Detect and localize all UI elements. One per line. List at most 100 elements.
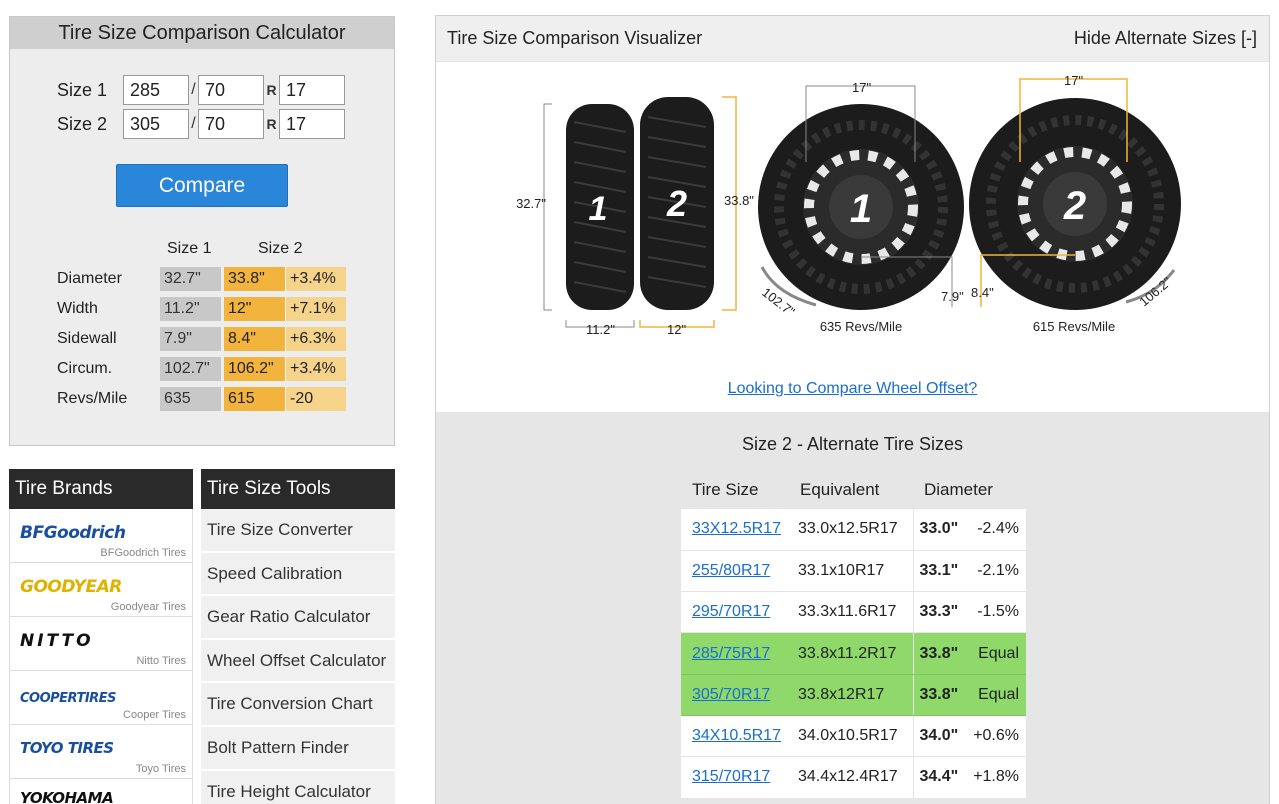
difference-cell: Equal — [965, 674, 1026, 716]
size2-aspect-input[interactable] — [198, 109, 264, 139]
result-metric: Circum. — [57, 360, 113, 377]
tire1-diameter-label: 32.7" — [516, 196, 546, 211]
visualizer-header: Tire Size Comparison Visualizer Hide Alt… — [436, 16, 1269, 62]
bfgoodrich-logo: BFGoodrich — [20, 523, 126, 543]
equivalent-cell: 33.3x11.6R17 — [789, 591, 913, 634]
tire2-side-profile: 2 — [640, 97, 714, 310]
size1-aspect-input[interactable] — [198, 75, 264, 105]
hide-alternate-sizes-toggle[interactable]: Hide Alternate Sizes [-] — [1074, 28, 1257, 49]
tire1-front-view: 1 — [758, 104, 964, 310]
wheel2-sidewall-label: 8.4" — [971, 285, 994, 300]
wheel2-number: 2 — [1063, 184, 1086, 228]
tire2-front-view: 2 — [969, 98, 1181, 310]
tool-tire-conversion-chart[interactable]: Tire Conversion Chart — [201, 683, 395, 727]
table-row-equal: 285/75R17 33.8x11.2R17 33.8" Equal — [681, 632, 1026, 675]
tire-size-tools-panel: Tire Size Tools Tire Size Converter Spee… — [201, 469, 395, 804]
compare-button[interactable]: Compare — [116, 164, 288, 207]
brand-goodyear[interactable]: GOODYEAR Goodyear Tires — [9, 563, 193, 617]
result-row-sidewall: Sidewall 7.9" 8.4" +6.3% — [57, 327, 346, 351]
yokohama-logo: YOKOHAMA — [20, 789, 114, 804]
tire-size-link[interactable]: 255/80R17 — [692, 562, 770, 579]
tire2-width-label: 12" — [667, 322, 686, 337]
size2-r-label: R — [266, 116, 277, 132]
tool-wheel-offset-calculator[interactable]: Wheel Offset Calculator — [201, 639, 395, 684]
table-row: 34X10.5R17 34.0x10.5R17 34.0" +0.6% — [681, 715, 1026, 758]
visualizer-panel: Tire Size Comparison Visualizer Hide Alt… — [435, 15, 1270, 804]
tire-size-link[interactable]: 295/70R17 — [692, 603, 770, 620]
diameter-cell: 34.4" — [912, 756, 965, 799]
brand-nitto[interactable]: NITTO Nitto Tires — [9, 617, 193, 671]
result-metric: Revs/Mile — [57, 390, 128, 407]
result-size1-value: 635 — [160, 387, 221, 411]
tire-size-tools-title: Tire Size Tools — [201, 469, 395, 509]
size1-rim-input[interactable] — [279, 75, 345, 105]
size1-separator: / — [191, 81, 196, 98]
visualizer-title: Tire Size Comparison Visualizer — [447, 28, 703, 48]
equivalent-cell: 33.1x10R17 — [789, 550, 913, 593]
table-row-equal: 305/70R17 33.8x12R17 33.8" Equal — [681, 674, 1026, 716]
brand-toyo[interactable]: TOYO TIRES Toyo Tires — [9, 725, 193, 779]
result-metric: Diameter — [57, 270, 122, 287]
difference-cell: +0.6% — [965, 715, 1026, 758]
table-row: 315/70R17 34.4x12.4R17 34.4" +1.8% — [681, 756, 1026, 799]
equivalent-cell: 34.0x10.5R17 — [789, 715, 913, 758]
diameter-cell: 33.8" — [912, 674, 965, 716]
size2-row: Size 2 / R — [57, 109, 345, 139]
difference-cell: +1.8% — [965, 756, 1026, 799]
wheel1-rim-label: 17" — [852, 80, 871, 95]
tool-tire-height-calculator[interactable]: Tire Height Calculator — [201, 770, 395, 804]
tire-size-link[interactable]: 315/70R17 — [692, 768, 770, 785]
wheel2-revs-label: 615 Revs/Mile — [1033, 319, 1115, 334]
result-size2-value: 106.2" — [224, 357, 285, 381]
result-row-width: Width 11.2" 12" +7.1% — [57, 297, 346, 321]
tool-gear-ratio-calculator[interactable]: Gear Ratio Calculator — [201, 596, 395, 640]
tool-tire-size-converter[interactable]: Tire Size Converter — [201, 509, 395, 553]
brand-cooper[interactable]: COOPERTIRES Cooper Tires — [9, 671, 193, 725]
table-row: 255/80R17 33.1x10R17 33.1" -2.1% — [681, 550, 1026, 593]
table-row: 33X12.5R17 33.0x12.5R17 33.0" -2.4% — [681, 509, 1026, 551]
size2-separator: / — [191, 115, 196, 132]
result-difference: +7.1% — [285, 297, 346, 321]
tire-size-link[interactable]: 285/75R17 — [692, 645, 770, 662]
tire1-width-label: 11.2" — [586, 322, 615, 337]
tire-size-link[interactable]: 305/70R17 — [692, 686, 770, 703]
brand-bfgoodrich[interactable]: BFGoodrich BFGoodrich Tires — [9, 509, 193, 563]
brand-yokohama[interactable]: YOKOHAMA — [9, 779, 193, 804]
tire-size-link[interactable]: 33X12.5R17 — [692, 520, 781, 537]
difference-cell: Equal — [965, 632, 1026, 675]
tool-speed-calibration[interactable]: Speed Calibration — [201, 552, 395, 597]
result-row-circumference: Circum. 102.7" 106.2" +3.4% — [57, 357, 346, 381]
header-tire-size: Tire Size — [692, 479, 759, 499]
equivalent-cell: 33.8x12R17 — [789, 674, 913, 716]
alternate-sizes-title: Size 2 - Alternate Tire Sizes — [741, 434, 964, 454]
size2-width-input[interactable] — [123, 109, 189, 139]
difference-cell: -2.1% — [965, 550, 1026, 593]
calculator-title: Tire Size Comparison Calculator — [10, 17, 394, 49]
diameter-cell: 33.0" — [912, 509, 965, 551]
compare-wheel-offset-link[interactable]: Looking to Compare Wheel Offset? — [436, 380, 1269, 398]
result-difference: -20 — [285, 387, 346, 411]
size1-width-input[interactable] — [123, 75, 189, 105]
wheel1-sidewall-label: 7.9" — [941, 289, 964, 304]
tire2-diameter-label: 33.8" — [724, 193, 754, 208]
wheel1-number: 1 — [850, 187, 872, 231]
tool-bolt-pattern-finder[interactable]: Bolt Pattern Finder — [201, 726, 395, 771]
results-col-size1: Size 1 — [167, 240, 212, 257]
diameter-cell: 34.0" — [912, 715, 965, 758]
result-size2-value: 12" — [224, 297, 285, 321]
brand-name: BFGoodrich Tires — [100, 547, 186, 559]
size2-label: Size 2 — [57, 113, 108, 134]
result-metric: Width — [57, 300, 98, 317]
result-metric: Sidewall — [57, 330, 117, 347]
nitto-logo: NITTO — [20, 631, 94, 651]
tire1-number: 1 — [589, 190, 608, 228]
toyo-logo: TOYO TIRES — [20, 739, 114, 757]
equivalent-cell: 33.0x12.5R17 — [789, 509, 913, 551]
result-size1-value: 11.2" — [160, 297, 221, 321]
result-row-revs-mile: Revs/Mile 635 615 -20 — [57, 387, 346, 411]
result-difference: +3.4% — [285, 357, 346, 381]
diameter-cell: 33.3" — [912, 591, 965, 634]
tire-size-link[interactable]: 34X10.5R17 — [692, 727, 781, 744]
size2-rim-input[interactable] — [279, 109, 345, 139]
diameter-cell: 33.1" — [912, 550, 965, 593]
